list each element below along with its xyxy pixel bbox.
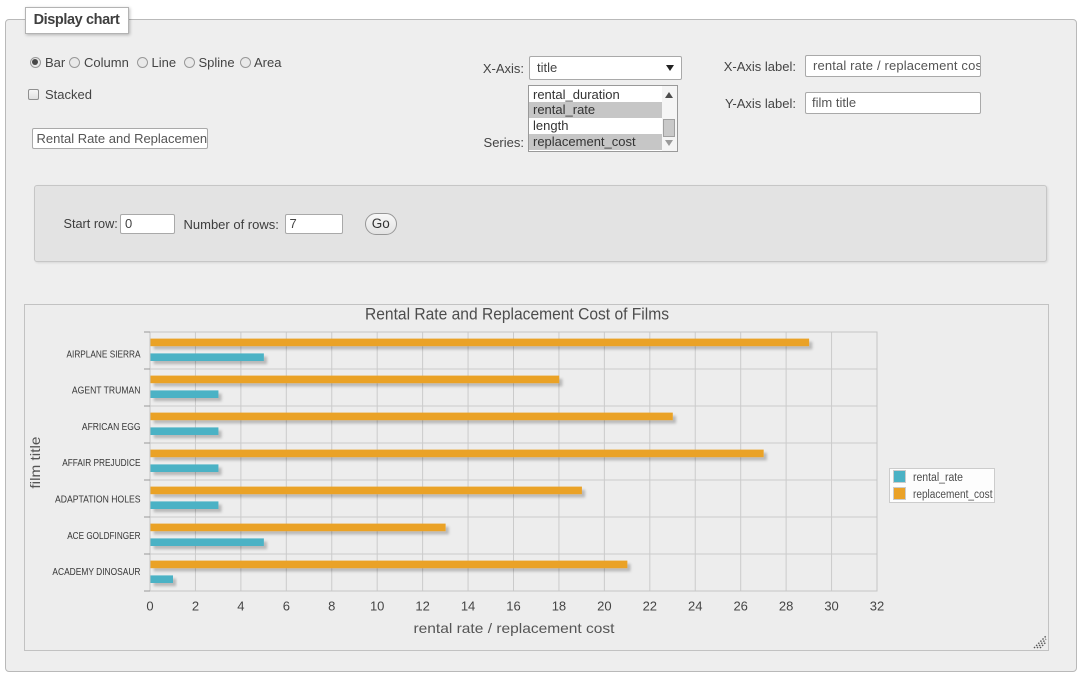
svg-text:14: 14 [461,599,475,614]
svg-text:30: 30 [824,599,838,614]
svg-text:2: 2 [192,599,199,614]
svg-text:AGENT TRUMAN: AGENT TRUMAN [72,385,141,397]
svg-text:ADAPTATION HOLES: ADAPTATION HOLES [55,494,141,506]
svg-text:20: 20 [597,599,611,614]
svg-text:ACE GOLDFINGER: ACE GOLDFINGER [67,530,141,542]
svg-text:ACADEMY DINOSAUR: ACADEMY DINOSAUR [52,566,140,578]
svg-text:replacement_cost: replacement_cost [913,489,993,501]
svg-text:AFRICAN EGG: AFRICAN EGG [82,421,141,433]
svg-text:rental_rate: rental_rate [913,472,963,484]
svg-text:6: 6 [283,599,290,614]
svg-text:16: 16 [506,599,520,614]
svg-text:0: 0 [146,599,153,614]
svg-text:28: 28 [779,599,793,614]
svg-text:AFFAIR PREJUDICE: AFFAIR PREJUDICE [62,457,140,469]
svg-text:22: 22 [643,599,657,614]
svg-text:18: 18 [552,599,566,614]
svg-text:24: 24 [688,599,702,614]
svg-text:Rental Rate and Replacement Co: Rental Rate and Replacement Cost of Film… [365,306,669,324]
svg-text:rental rate / replacement cost: rental rate / replacement cost [414,620,615,636]
svg-text:32: 32 [870,599,884,614]
svg-text:film title: film title [27,436,43,488]
svg-text:10: 10 [370,599,384,614]
svg-text:AIRPLANE SIERRA: AIRPLANE SIERRA [67,348,141,360]
svg-text:12: 12 [415,599,429,614]
svg-text:4: 4 [237,599,244,614]
svg-text:26: 26 [733,599,747,614]
svg-text:8: 8 [328,599,335,614]
